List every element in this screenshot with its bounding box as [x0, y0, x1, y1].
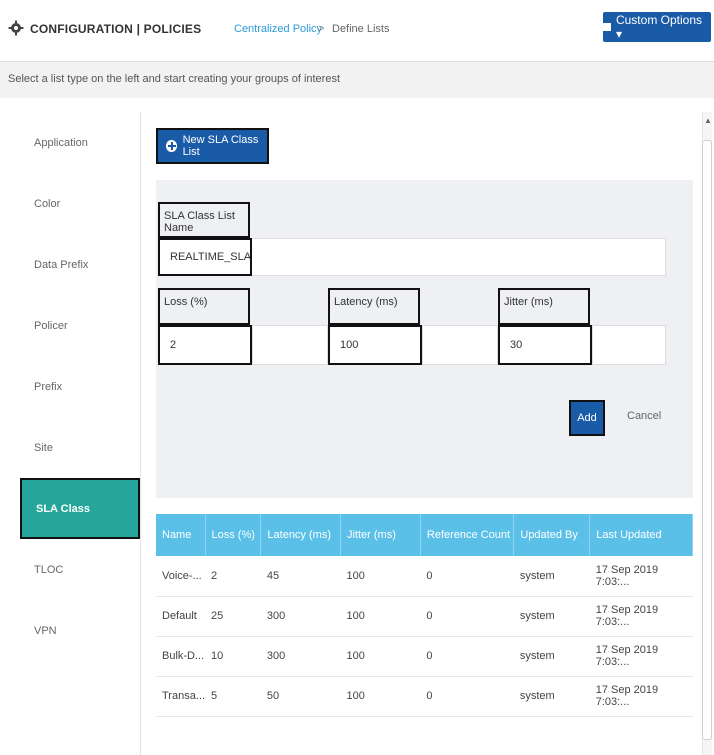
cell-updated-by: system: [513, 596, 590, 637]
sla-name-input[interactable]: REALTIME_SLA: [158, 238, 252, 276]
cell-loss: 2: [205, 556, 261, 597]
sidebar-item-label: TLOC: [34, 563, 64, 576]
sla-class-form: SLA Class List Name REALTIME_SLA Loss (%…: [156, 180, 693, 498]
sidebar-item-tloc[interactable]: TLOC: [20, 539, 140, 600]
custom-options-button[interactable]: Custom Options ▾: [603, 12, 711, 42]
cell-jitter: 100: [340, 556, 421, 597]
new-button-label: New SLA Class List: [182, 134, 259, 158]
column-header-updated-by[interactable]: Updated By: [513, 514, 591, 556]
main-content: New SLA Class List SLA Class List Name R…: [140, 112, 706, 755]
sidebar-item-label: Color: [34, 197, 61, 210]
list-type-sidebar: Application Color Data Prefix Policer Pr…: [20, 112, 140, 755]
jitter-field-bg[interactable]: [592, 325, 666, 365]
scroll-up-icon[interactable]: ▲: [704, 116, 712, 125]
sidebar-item-label: Prefix: [34, 380, 63, 393]
cell-reference-count: 0: [420, 556, 514, 597]
loss-field-bg[interactable]: [252, 325, 328, 365]
loss-input[interactable]: 2: [158, 325, 252, 365]
jitter-input[interactable]: 30: [498, 325, 592, 365]
cell-updated-by: system: [513, 676, 590, 717]
column-header-loss[interactable]: Loss (%): [205, 514, 262, 556]
column-header-latency[interactable]: Latency (ms): [260, 514, 341, 556]
column-header-last-updated[interactable]: Last Updated: [589, 514, 693, 556]
cell-name: Default: [156, 596, 205, 637]
sidebar-item-site[interactable]: Site: [20, 417, 140, 478]
table-header-row: Name Loss (%) Latency (ms) Jitter (ms) R…: [156, 514, 693, 556]
sidebar-item-policer[interactable]: Policer: [20, 295, 140, 356]
breadcrumb-centralized-policy[interactable]: Centralized Policy: [234, 23, 322, 35]
instruction-text: Select a list type on the left and start…: [0, 62, 714, 98]
table-row[interactable]: Default 25 300 100 0 system 17 Sep 2019 …: [156, 596, 693, 637]
cell-last-updated: 17 Sep 2019 7:03:...: [589, 556, 693, 597]
cell-reference-count: 0: [420, 636, 514, 677]
cell-reference-count: 0: [420, 596, 514, 637]
table-row[interactable]: Transa... 5 50 100 0 system 17 Sep 2019 …: [156, 676, 693, 717]
sla-class-table: Name Loss (%) Latency (ms) Jitter (ms) R…: [156, 514, 693, 717]
gear-icon: [8, 20, 24, 36]
sidebar-item-label: VPN: [34, 624, 57, 637]
breadcrumb-current: Define Lists: [332, 23, 390, 35]
column-header-reference-count[interactable]: Reference Count: [420, 514, 515, 556]
loss-label: Loss (%): [158, 288, 250, 325]
latency-field-bg[interactable]: [422, 325, 498, 365]
square-icon: [603, 23, 611, 31]
jitter-label: Jitter (ms): [498, 288, 590, 325]
table-row[interactable]: Bulk-D... 10 300 100 0 system 17 Sep 201…: [156, 636, 693, 677]
sla-name-label: SLA Class List Name: [158, 202, 250, 238]
cell-jitter: 100: [340, 636, 421, 677]
column-header-name[interactable]: Name: [156, 514, 206, 556]
cell-latency: 45: [260, 556, 341, 597]
latency-input[interactable]: 100: [328, 325, 422, 365]
sidebar-item-sla-class[interactable]: SLA Class: [20, 478, 140, 539]
add-button[interactable]: Add: [569, 400, 605, 436]
cell-latency: 50: [260, 676, 341, 717]
table-row[interactable]: Voice-... 2 45 100 0 system 17 Sep 2019 …: [156, 556, 693, 597]
scrollbar-thumb[interactable]: [702, 140, 712, 740]
cell-last-updated: 17 Sep 2019 7:03:...: [589, 636, 693, 677]
sidebar-item-label: Policer: [34, 319, 68, 332]
sidebar-item-label: Application: [34, 136, 88, 149]
cell-name: Bulk-D...: [156, 636, 205, 677]
sidebar-item-label: Site: [34, 441, 53, 454]
cell-latency: 300: [260, 636, 341, 677]
custom-options-label: Custom Options ▾: [615, 13, 703, 41]
cancel-button[interactable]: Cancel: [627, 410, 661, 422]
sidebar-item-label: SLA Class: [36, 502, 91, 515]
sidebar-item-prefix[interactable]: Prefix: [20, 356, 140, 417]
cell-jitter: 100: [340, 596, 421, 637]
plus-circle-icon: [166, 140, 177, 152]
cell-latency: 300: [260, 596, 341, 637]
page-title: CONFIGURATION | POLICIES: [30, 22, 202, 36]
cell-loss: 5: [205, 676, 261, 717]
latency-label: Latency (ms): [328, 288, 420, 325]
cell-loss: 25: [205, 596, 261, 637]
cell-updated-by: system: [513, 556, 590, 597]
cell-last-updated: 17 Sep 2019 7:03:...: [589, 676, 693, 717]
breadcrumb-separator: >: [318, 23, 325, 35]
page-header: CONFIGURATION | POLICIES Centralized Pol…: [0, 0, 714, 62]
cell-loss: 10: [205, 636, 261, 677]
cell-name: Transa...: [156, 676, 205, 717]
cell-name: Voice-...: [156, 556, 205, 597]
new-sla-class-list-button[interactable]: New SLA Class List: [156, 128, 269, 164]
column-header-jitter[interactable]: Jitter (ms): [340, 514, 421, 556]
sidebar-item-color[interactable]: Color: [20, 173, 140, 234]
sidebar-item-application[interactable]: Application: [20, 112, 140, 173]
cell-jitter: 100: [340, 676, 421, 717]
cell-updated-by: system: [513, 636, 590, 677]
sidebar-item-label: Data Prefix: [34, 258, 89, 271]
sidebar-item-data-prefix[interactable]: Data Prefix: [20, 234, 140, 295]
sidebar-item-vpn[interactable]: VPN: [20, 600, 140, 661]
cell-reference-count: 0: [420, 676, 514, 717]
sla-name-field-bg[interactable]: [251, 238, 666, 276]
cell-last-updated: 17 Sep 2019 7:03:...: [589, 596, 693, 637]
